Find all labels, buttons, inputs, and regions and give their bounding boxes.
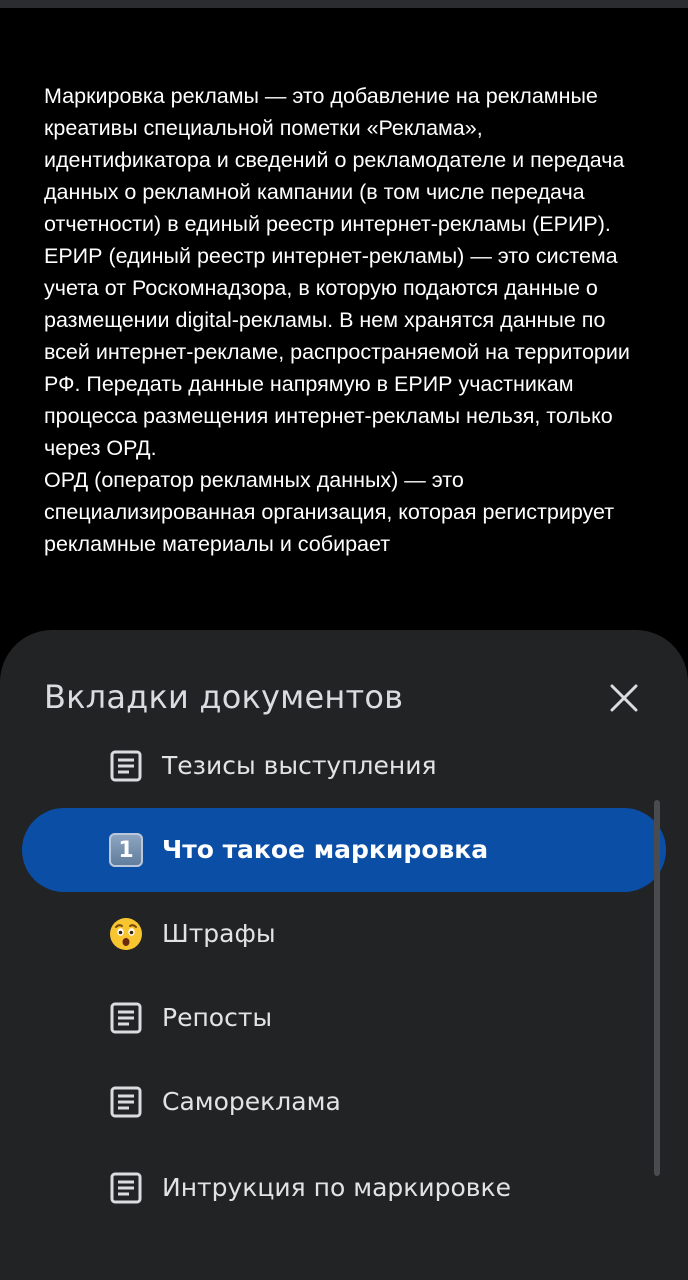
tab-item-reposty[interactable]: Репосты <box>22 976 666 1060</box>
tab-label: Репосты <box>162 1003 273 1032</box>
sheet-title: Вкладки документов <box>44 678 404 716</box>
tab-item-shtrafy[interactable]: Штрафы <box>22 892 666 976</box>
document-paragraph: ЕРИР (единый реестр интернет-рекламы) — … <box>44 244 630 460</box>
tab-label: Тезисы выступления <box>162 751 437 780</box>
document-paragraph: ОРД (оператор рекламных данных) — это сп… <box>44 468 615 556</box>
tab-label: Интрукция по маркировке <box>162 1173 511 1202</box>
keycap-number: 1 <box>109 833 143 867</box>
close-button[interactable] <box>598 672 650 724</box>
document-icon <box>108 1170 144 1206</box>
document-icon <box>108 1084 144 1120</box>
document-icon <box>108 1000 144 1036</box>
tab-item-samoreklama[interactable]: Самореклама <box>22 1060 666 1144</box>
tab-item-intrukciya[interactable]: Интрукция по маркировке <box>22 1146 666 1230</box>
keycap-one-icon: 1 <box>108 832 144 868</box>
tab-label: Что такое маркировка <box>162 835 489 864</box>
document-paragraph: Маркировка рекламы — это добавление на р… <box>44 84 625 236</box>
document-tabs-sheet: Вкладки документов Тезисы выступления 1 … <box>0 630 688 1280</box>
scrollbar[interactable] <box>654 800 660 1176</box>
top-bar <box>0 0 688 8</box>
tab-item-tezisy[interactable]: Тезисы выступления <box>22 746 666 808</box>
document-text: Маркировка рекламы — это добавление на р… <box>44 80 650 560</box>
tab-label: Самореклама <box>162 1087 341 1116</box>
close-icon <box>610 684 638 712</box>
tab-list[interactable]: Тезисы выступления 1 Что такое маркировк… <box>0 746 688 1280</box>
tab-item-chto-takoe-markirovka[interactable]: 1 Что такое маркировка <box>22 808 666 892</box>
document-icon <box>108 748 144 784</box>
document-content[interactable]: Маркировка рекламы — это добавление на р… <box>0 8 688 648</box>
astonished-face-icon <box>108 916 144 952</box>
tab-label: Штрафы <box>162 919 276 948</box>
